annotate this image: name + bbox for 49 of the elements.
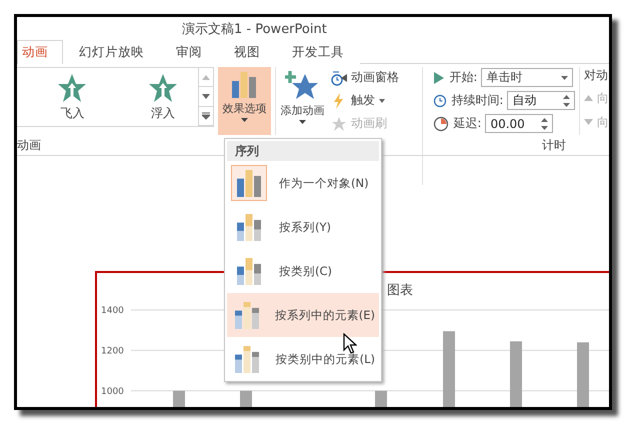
bar (510, 341, 522, 407)
animation-effect[interactable]: 浮入 (108, 68, 198, 126)
star-brush-icon (331, 116, 348, 132)
caret-icon (240, 118, 248, 122)
chart-title: 图表 (387, 282, 413, 299)
bar (173, 390, 185, 407)
ribbon-command[interactable]: 触发 (329, 90, 422, 111)
effect-options-button[interactable]: 效果选项 (218, 67, 271, 135)
ribbon-command[interactable]: 动画窗格 (329, 67, 422, 88)
delay-clock-icon (433, 116, 450, 132)
up-arrow-icon (584, 95, 593, 101)
delay-spinner[interactable]: 00.00 (485, 114, 554, 133)
delay-label: 延迟: (453, 115, 482, 132)
axis-label: 1400 (101, 306, 124, 316)
clock-icon (433, 94, 448, 108)
window-title: 演示文稿1 - PowerPoint (182, 20, 327, 38)
bar-chart-icon (231, 71, 258, 99)
animation-effect[interactable]: 飞入 (17, 68, 108, 126)
duration-label: 持续时间: (451, 92, 504, 109)
start-dropdown[interactable]: 单击时 (481, 68, 574, 87)
bar (577, 342, 589, 407)
star-plus-icon (285, 71, 320, 101)
ribbon-tab[interactable]: 动画 (17, 40, 63, 64)
up-arrow-icon (202, 74, 210, 80)
caret-icon (379, 98, 386, 102)
axis-label: 1200 (101, 346, 124, 356)
spin-arrows-icon (563, 94, 570, 108)
add-animation-button[interactable]: 添加动画 (274, 67, 330, 135)
reorder-title: 对动 (584, 67, 609, 84)
start-label: 开始: (449, 69, 478, 86)
menu-header: 序列 (227, 141, 379, 161)
down-arrow-icon (202, 94, 210, 99)
star-icon (57, 72, 88, 102)
expand-icon (202, 112, 210, 120)
group-label: 计时 (542, 137, 566, 154)
bar (240, 390, 252, 407)
axis-label: 1000 (101, 386, 124, 397)
bar (375, 390, 387, 407)
group-label: 动画 (17, 137, 41, 154)
play-icon (433, 70, 446, 84)
star-icon (148, 72, 178, 102)
menu-item[interactable]: 按系列中的元素(E) (227, 293, 379, 337)
caret-icon (561, 76, 568, 80)
duration-spinner[interactable]: 自动 (507, 91, 576, 110)
clock-arrow-icon (331, 70, 348, 86)
down-arrow-icon (584, 119, 593, 125)
spin-arrows-icon (541, 116, 548, 130)
caret-icon (298, 120, 306, 124)
mouse-cursor-icon (343, 333, 357, 355)
